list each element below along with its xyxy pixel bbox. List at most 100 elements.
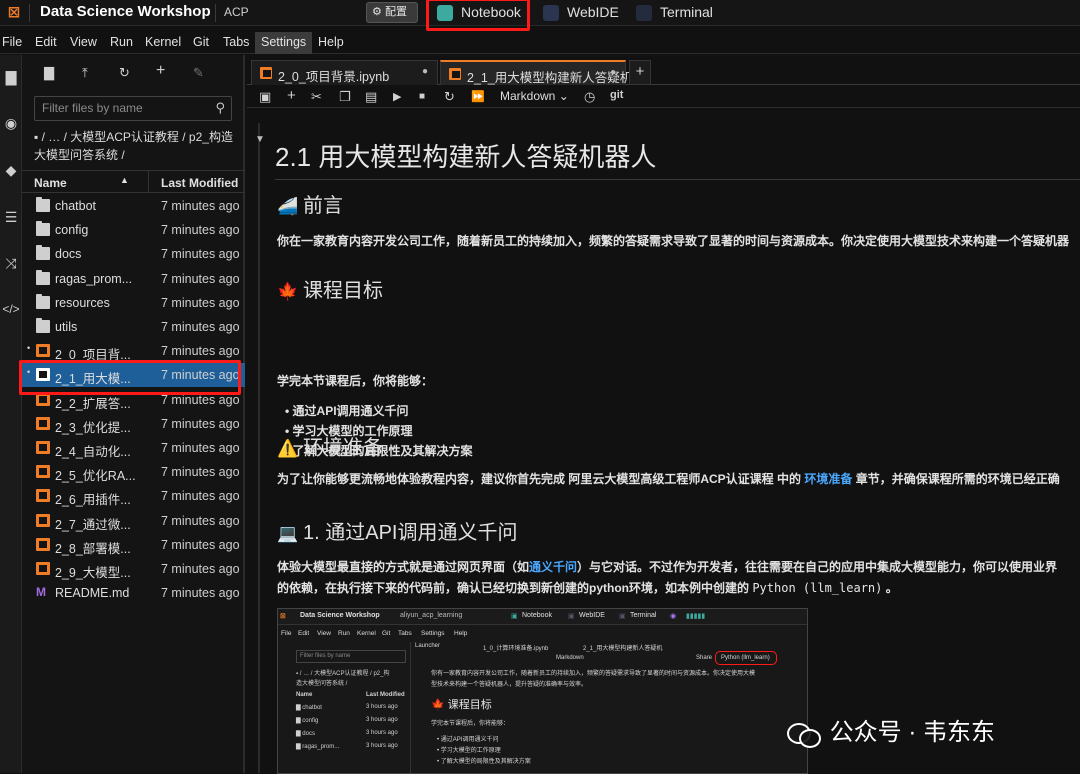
file-row[interactable]: ragas_prom... 7 minutes ago <box>22 267 245 291</box>
col-modified-header[interactable]: Last Modified <box>161 176 238 190</box>
resource-meter-icon: ▮▮▮▮▮ <box>686 613 706 620</box>
paste-icon[interactable]: ▤ <box>365 89 377 105</box>
running-icon[interactable]: ◉ <box>0 115 22 132</box>
clock-icon[interactable]: ◷ <box>584 89 595 105</box>
file-name: ragas_prom... <box>55 271 133 286</box>
col-name-header[interactable]: Name <box>34 176 67 190</box>
folder-icon <box>36 245 50 261</box>
git-icon[interactable]: ◆ <box>0 162 22 179</box>
maple-leaf-icon: 🍁 <box>277 282 299 301</box>
git-clone-icon[interactable]: ✎ <box>193 65 204 81</box>
embedded-file-browser: Filter files by name ▪ / … / 大模型ACP认证教程 … <box>278 642 411 773</box>
modified-dot-icon[interactable]: ● <box>422 66 428 77</box>
highlight-box-kernel <box>715 651 777 665</box>
doc-tab-2-0[interactable]: 2_0_项目背景.ipynb ● <box>251 60 438 85</box>
cell-collapser[interactable] <box>258 123 260 773</box>
file-row[interactable]: utils 7 minutes ago <box>22 315 245 339</box>
menu-view[interactable]: View <box>70 35 97 49</box>
folder-icon[interactable]: ▇ <box>0 69 22 86</box>
doc-tab-label: 2_1_用大模型构建新人答疑机 <box>467 71 633 85</box>
file-modified: 7 minutes ago <box>161 416 240 431</box>
search-icon: ⚲ <box>215 100 225 115</box>
stop-icon[interactable]: ■ <box>419 91 425 102</box>
breadcrumb[interactable]: ▪ / … / 大模型ACP认证教程 / p2_构造大模型问答系统 / <box>34 128 239 164</box>
file-row[interactable]: 2_6_用插件... 7 minutes ago <box>22 484 245 508</box>
menu-tabs[interactable]: Tabs <box>223 35 249 49</box>
file-name: chatbot <box>55 199 97 213</box>
menu-git[interactable]: Git <box>193 35 209 49</box>
menu-help[interactable]: Help <box>318 35 344 49</box>
file-row[interactable]: config 7 minutes ago <box>22 218 245 242</box>
env-link[interactable]: 环境准备 <box>804 472 852 486</box>
code-icon[interactable]: </> <box>0 302 22 316</box>
wechat-icon <box>787 721 823 748</box>
file-row[interactable]: docs 7 minutes ago <box>22 242 245 266</box>
notebook-icon <box>260 67 272 79</box>
workspace-name[interactable]: ACP <box>224 5 249 19</box>
editor-area: 2_0_项目背景.ipynb ● 2_1_用大模型构建新人答疑机 ● + ▣ +… <box>247 55 1080 774</box>
file-row[interactable]: resources 7 minutes ago <box>22 291 245 315</box>
run-icon[interactable]: ▶ <box>393 90 401 103</box>
toc-icon[interactable]: ☰ <box>0 209 22 226</box>
document-tab-bar: 2_0_项目背景.ipynb ● 2_1_用大模型构建新人答疑机 ● + <box>247 60 1080 85</box>
git-button[interactable]: git <box>610 89 623 101</box>
heading-api: 💻 1. 通过API调用通义千问 <box>277 516 517 545</box>
file-modified: 7 minutes ago <box>161 247 240 262</box>
tongyi-link[interactable]: 通义千问 <box>529 560 577 574</box>
filter-input[interactable]: Filter files by name ⚲ <box>34 96 232 121</box>
save-icon[interactable]: ▣ <box>259 89 271 105</box>
tab-terminal[interactable]: Terminal <box>630 2 720 25</box>
new-folder-icon[interactable]: ▇ <box>44 65 54 81</box>
menu-settings[interactable]: Settings <box>255 32 313 54</box>
list-item: ▇ ragas_prom... <box>296 744 340 750</box>
list-item: ▇ config <box>296 718 319 724</box>
watermark-text: 公众号 · 韦东东 <box>829 719 995 746</box>
modified-dot-icon[interactable]: ● <box>610 67 616 78</box>
new-tab-button[interactable]: + <box>629 60 651 85</box>
file-row[interactable]: M README.md 7 minutes ago <box>22 581 245 605</box>
tab-webide[interactable]: WebIDE <box>537 2 627 25</box>
cell-type-select[interactable]: Markdown ⌄ <box>500 89 569 103</box>
doc-tab-2-1[interactable]: 2_1_用大模型构建新人答疑机 ● <box>440 60 632 85</box>
fast-forward-icon[interactable]: ⏩ <box>471 90 485 103</box>
plus-icon[interactable]: + <box>156 62 165 80</box>
insert-cell-icon[interactable]: + <box>287 87 296 104</box>
watermark: 公众号 · 韦东东 <box>787 712 995 748</box>
cut-icon[interactable]: ✂ <box>311 89 322 105</box>
divider <box>29 4 30 22</box>
copy-icon[interactable]: ❐ <box>339 89 351 105</box>
file-name: utils <box>55 320 78 334</box>
warning-icon: ⚠️ <box>277 439 299 458</box>
file-row[interactable]: 2_5_优化RA... 7 minutes ago <box>22 460 245 484</box>
menu-run[interactable]: Run <box>110 35 133 49</box>
upload-icon[interactable]: ⤒ <box>82 65 88 81</box>
menu-file[interactable]: File <box>2 35 22 49</box>
file-row[interactable]: 2_8_部署模... 7 minutes ago <box>22 533 245 557</box>
menu-kernel[interactable]: Kernel <box>145 35 181 49</box>
notebook-icon <box>36 441 50 454</box>
file-row[interactable]: 2_7_通过微... 7 minutes ago <box>22 509 245 533</box>
file-name: 2_2_扩展答... <box>55 396 131 411</box>
api-text-line2: 的依赖，在执行接下来的代码前，确认已经切换到新创建的python环境，如本例中创… <box>277 581 898 595</box>
file-row[interactable]: 2_3_优化提... 7 minutes ago <box>22 412 245 436</box>
app-logo-icon[interactable]: ⊠ <box>4 3 24 23</box>
env-text: 为了让你能够更流畅地体验教程内容，建议你首先完成 阿里云大模型高级工程师ACP认… <box>277 472 1060 486</box>
heading-text: 环境准备 <box>303 437 383 459</box>
file-name: 2_9_大模型... <box>55 566 131 580</box>
file-modified: 7 minutes ago <box>161 513 240 528</box>
shuffle-icon[interactable]: ⤨ <box>0 255 22 272</box>
collapse-caret-icon[interactable]: ▼ <box>255 134 265 145</box>
file-row[interactable]: chatbot 7 minutes ago <box>22 194 245 218</box>
restart-icon[interactable]: ↻ <box>444 89 455 105</box>
folder-icon <box>36 269 50 285</box>
config-button[interactable]: ⚙ 配置 <box>366 2 418 23</box>
file-row[interactable]: 2_9_大模型... 7 minutes ago <box>22 557 245 581</box>
terminal-icon: ▣ <box>619 613 626 620</box>
refresh-icon[interactable]: ↻ <box>119 65 130 81</box>
tab-webide-label: WebIDE <box>567 4 619 20</box>
notebook-toolbar: ▣ + ✂ ❐ ▤ ▶ ■ ↻ ⏩ Markdown ⌄ ◷ git <box>247 86 1080 108</box>
file-modified: 7 minutes ago <box>161 465 240 480</box>
train-icon: 🚄 <box>277 197 299 216</box>
file-row[interactable]: 2_4_自动化... 7 minutes ago <box>22 436 245 460</box>
menu-edit[interactable]: Edit <box>35 35 57 49</box>
